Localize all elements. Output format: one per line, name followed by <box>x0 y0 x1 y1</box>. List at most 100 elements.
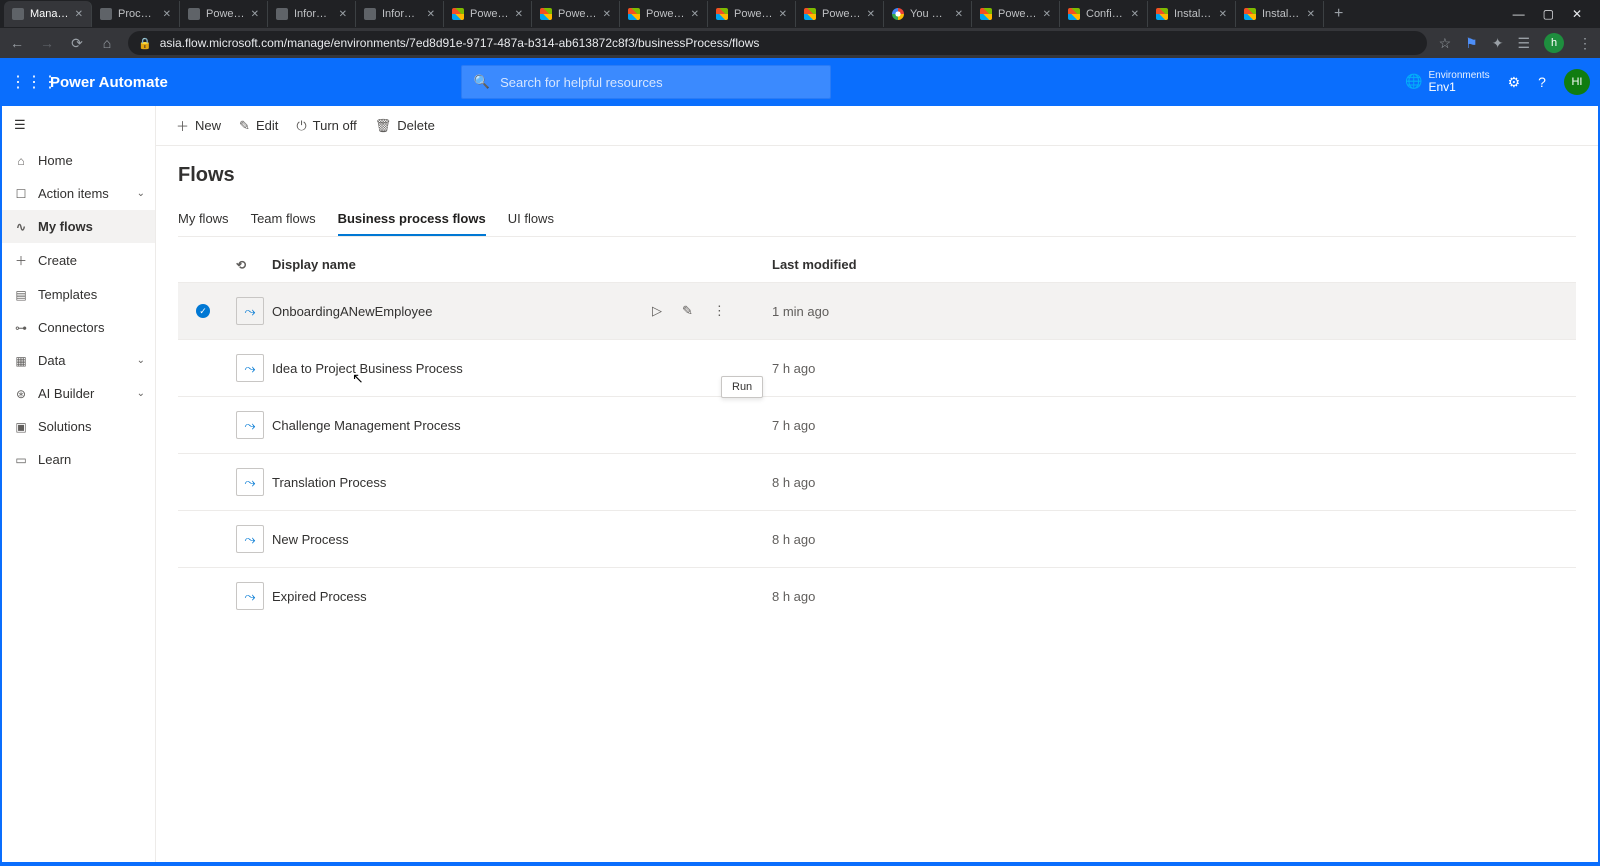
sidebar-item-templates[interactable]: ▤Templates <box>2 278 155 311</box>
close-icon[interactable]: ✕ <box>427 9 435 20</box>
waffle-icon[interactable]: ⋮⋮⋮ <box>10 72 38 92</box>
close-icon[interactable]: ✕ <box>1219 9 1227 20</box>
flow-name[interactable]: New Process <box>272 532 652 547</box>
browser-tab[interactable]: Power A✕ <box>180 1 268 27</box>
table-row[interactable]: ⤳Expired Process8 h ago <box>178 567 1576 624</box>
column-last-modified[interactable]: Last modified <box>772 257 1558 272</box>
sidebar-item-action-items[interactable]: ☐Action items⌄ <box>2 177 155 210</box>
profile-avatar[interactable]: h <box>1544 33 1564 53</box>
favicon <box>1068 8 1080 20</box>
new-tab-button[interactable]: + <box>1324 5 1353 23</box>
settings-icon[interactable]: ⚙ <box>1508 74 1521 91</box>
close-icon[interactable]: ✕ <box>955 9 963 20</box>
environment-picker[interactable]: 🌐 Environments Env1 <box>1405 70 1490 94</box>
tab-title: Power Pl <box>558 8 597 20</box>
help-icon[interactable]: ? <box>1538 74 1546 90</box>
sidebar-item-ai-builder[interactable]: ⊛AI Builder⌄ <box>2 377 155 410</box>
close-window-icon[interactable]: ✕ <box>1572 7 1582 21</box>
close-icon[interactable]: ✕ <box>339 9 347 20</box>
back-icon[interactable]: ← <box>8 35 26 51</box>
more-icon[interactable]: ⋮ <box>713 303 726 319</box>
sidebar-item-solutions[interactable]: ▣Solutions <box>2 410 155 443</box>
extensions-icon[interactable]: ✦ <box>1492 35 1504 52</box>
tab-title: You do n <box>910 8 949 20</box>
tabs: My flows Team flows Business process flows… <box>178 203 1576 237</box>
sidebar-item-label: AI Builder <box>38 386 94 401</box>
close-icon[interactable]: ✕ <box>1131 9 1139 20</box>
close-icon[interactable]: ✕ <box>779 9 787 20</box>
table-row[interactable]: ✓⤳OnboardingANewEmployee▷✎⋮1 min ago <box>178 282 1576 339</box>
sidebar-item-data[interactable]: ▦Data⌄ <box>2 344 155 377</box>
table-row[interactable]: ⤳Translation Process8 h ago <box>178 453 1576 510</box>
sidebar-item-my-flows[interactable]: ∿My flows <box>2 210 155 243</box>
row-select[interactable]: ✓ <box>196 304 236 318</box>
browser-tab[interactable]: Power Pl✕ <box>708 1 796 27</box>
browser-tab[interactable]: Power Pl✕ <box>796 1 884 27</box>
close-icon[interactable]: ✕ <box>163 9 171 20</box>
home-icon[interactable]: ⌂ <box>98 35 116 51</box>
close-icon[interactable]: ✕ <box>691 9 699 20</box>
extension-icon[interactable]: ⚑ <box>1465 35 1478 52</box>
browser-tab[interactable]: Power Pl✕ <box>620 1 708 27</box>
close-icon[interactable]: ✕ <box>867 9 875 20</box>
table-row[interactable]: ⤳New Process8 h ago <box>178 510 1576 567</box>
user-avatar[interactable]: HI <box>1564 69 1590 95</box>
maximize-icon[interactable]: ▢ <box>1543 7 1554 21</box>
sidebar-item-connectors[interactable]: ⊶Connectors <box>2 311 155 344</box>
browser-tab[interactable]: Process✕ <box>92 1 180 27</box>
url-field[interactable]: 🔒 asia.flow.microsoft.com/manage/environ… <box>128 31 1427 55</box>
browser-tab[interactable]: Power Pl✕ <box>972 1 1060 27</box>
edit-button[interactable]: ✎Edit <box>239 118 278 134</box>
sidebar-item-learn[interactable]: ▭Learn <box>2 443 155 476</box>
new-button[interactable]: ＋New <box>176 116 221 135</box>
flow-name[interactable]: Translation Process <box>272 475 652 490</box>
sort-icon[interactable]: ⟲ <box>236 258 272 272</box>
table-row[interactable]: ⤳Challenge Management Process7 h ago <box>178 396 1576 453</box>
tab-team-flows[interactable]: Team flows <box>251 203 316 236</box>
browser-tab[interactable]: Informat✕ <box>356 1 444 27</box>
close-icon[interactable]: ✕ <box>515 9 523 20</box>
close-icon[interactable]: ✕ <box>251 9 259 20</box>
table-header: ⟲ Display name Last modified <box>178 247 1576 282</box>
tab-ui-flows[interactable]: UI flows <box>508 203 554 236</box>
pencil-icon[interactable]: ✎ <box>682 303 693 319</box>
minimize-icon[interactable]: — <box>1513 7 1525 21</box>
reload-icon[interactable]: ⟳ <box>68 35 86 52</box>
sidebar-item-home[interactable]: ⌂Home <box>2 144 155 177</box>
flow-name[interactable]: Expired Process <box>272 589 652 604</box>
table-row[interactable]: ⤳Idea to Project Business Process7 h ago <box>178 339 1576 396</box>
delete-button[interactable]: 🗑Delete <box>375 118 435 134</box>
turn-off-button[interactable]: ⏻Turn off <box>296 118 356 134</box>
browser-tab[interactable]: Manage✕ <box>4 1 92 27</box>
close-icon[interactable]: ✕ <box>603 9 611 20</box>
flow-name[interactable]: Challenge Management Process <box>272 418 652 433</box>
close-icon[interactable]: ✕ <box>75 9 83 20</box>
browser-tab[interactable]: Install an✕ <box>1148 1 1236 27</box>
star-icon[interactable]: ☆ <box>1439 35 1452 52</box>
browser-tab[interactable]: Power Pl ✕ <box>532 1 620 27</box>
run-icon[interactable]: ▷ <box>652 303 662 319</box>
search-box[interactable]: 🔍 Search for helpful resources <box>461 65 831 99</box>
tab-my-flows[interactable]: My flows <box>178 203 229 236</box>
favicon <box>276 8 288 20</box>
forward-icon[interactable]: → <box>38 35 56 51</box>
kebab-icon[interactable]: ⋮ <box>1578 35 1592 52</box>
flow-name[interactable]: Idea to Project Business Process <box>272 361 652 376</box>
column-display-name[interactable]: Display name <box>272 257 652 272</box>
close-icon[interactable]: ✕ <box>1307 9 1315 20</box>
browser-tab[interactable]: Informat✕ <box>268 1 356 27</box>
sidebar-item-label: Create <box>38 253 77 268</box>
flow-icon: ⤳ <box>236 582 264 610</box>
sidebar-item-create[interactable]: ＋Create <box>2 243 155 278</box>
favicon <box>1244 8 1256 20</box>
browser-tab[interactable]: You do n ✕ <box>884 1 972 27</box>
flow-name[interactable]: OnboardingANewEmployee <box>272 304 652 319</box>
browser-tab[interactable]: Power Pl ✕ <box>444 1 532 27</box>
tab-business-process-flows[interactable]: Business process flows <box>338 203 486 236</box>
hamburger-icon[interactable]: ☰ <box>14 117 26 133</box>
browser-tab[interactable]: Install an✕ <box>1236 1 1324 27</box>
reading-list-icon[interactable]: ☰ <box>1517 35 1530 52</box>
tab-title: Power Pl <box>470 8 509 20</box>
browser-tab[interactable]: Configur✕ <box>1060 1 1148 27</box>
close-icon[interactable]: ✕ <box>1043 9 1051 20</box>
